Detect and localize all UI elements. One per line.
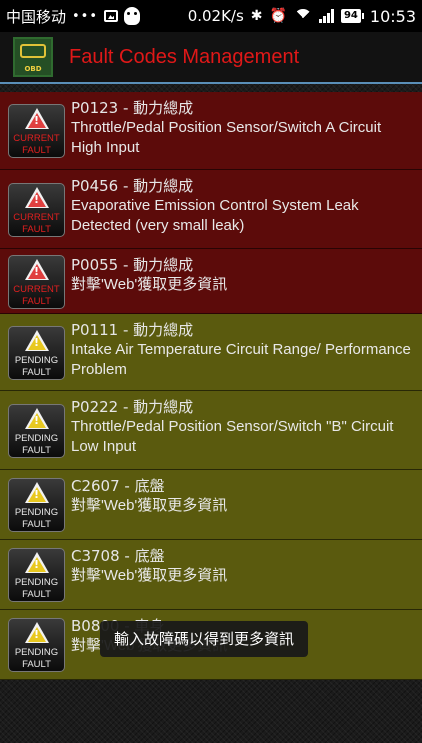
fault-description: Evaporative Emission Control System Leak… <box>71 197 359 234</box>
battery-icon: 94 <box>340 9 364 23</box>
badge-status-label: CURRENT <box>13 133 60 144</box>
badge-status-label: CURRENT <box>13 284 60 295</box>
fault-description: Intake Air Temperature Circuit Range/ Pe… <box>71 341 411 378</box>
image-notification-icon <box>104 10 119 22</box>
page-title: Fault Codes Management <box>69 45 300 68</box>
carrier-label: 中国移动 <box>6 7 67 26</box>
badge-status-label: PENDING <box>14 577 59 588</box>
fault-description: Throttle/Pedal Position Sensor/Switch A … <box>71 119 382 156</box>
badge-status-label: CURRENT <box>13 212 60 223</box>
fault-row[interactable]: ! PENDING FAULT P0111 - 動力總成 Intake Air Temp… <box>0 314 422 391</box>
badge-fault-label: FAULT <box>22 224 51 235</box>
fault-status-badge: ! PENDING FAULT <box>8 404 65 458</box>
badge-fault-label: FAULT <box>22 659 51 670</box>
fault-code: P0123 - 動力總成 <box>71 99 194 117</box>
badge-fault-label: FAULT <box>22 519 51 530</box>
fault-status-badge: ! PENDING FAULT <box>8 548 65 602</box>
fault-status-badge: ! PENDING FAULT <box>8 478 65 532</box>
fault-description: 對擊'Web'獲取更多資訊 <box>71 497 228 514</box>
network-speed: 0.02K/s <box>187 7 244 25</box>
fault-status-badge: ! CURRENT FAULT <box>8 183 65 237</box>
car-logo-shape <box>20 44 46 58</box>
fault-code: P0222 - 動力總成 <box>71 398 194 416</box>
badge-fault-label: FAULT <box>22 296 51 307</box>
fault-row[interactable]: ! PENDING FAULT C2607 - 底盤對擊'Web'獲取更多資訊 <box>0 470 422 540</box>
qq-penguin-icon <box>124 7 141 25</box>
logo-text: OBD <box>24 65 42 73</box>
fault-status-badge: ! PENDING FAULT <box>8 618 65 672</box>
badge-status-label: PENDING <box>14 433 59 444</box>
obd-logo-icon[interactable]: OBD <box>13 37 53 77</box>
badge-fault-label: FAULT <box>22 367 51 378</box>
fault-code: P0456 - 動力總成 <box>71 177 194 195</box>
status-bar: 中国移动 ••• 0.02K/s ✱ ⏰ 94 10:53 <box>0 0 422 32</box>
alarm-clock-icon: ⏰ <box>269 8 287 24</box>
fault-description: Throttle/Pedal Position Sensor/Switch "B… <box>71 418 394 455</box>
badge-fault-label: FAULT <box>22 589 51 600</box>
toast-message: 輸入故障碼以得到更多資訊 <box>100 621 309 657</box>
fault-code: C3708 - 底盤 <box>71 547 165 565</box>
fault-status-badge: ! CURRENT FAULT <box>8 104 65 158</box>
clock-time: 10:53 <box>369 6 416 26</box>
fault-row[interactable]: ! CURRENT FAULT P0456 - 動力總成 Evaporative Emi… <box>0 170 422 249</box>
fault-row[interactable]: ! CURRENT FAULT P0123 - 動力總成 Throttle/Pedal … <box>0 92 422 170</box>
fault-code: P0111 - 動力總成 <box>71 321 194 339</box>
badge-status-label: PENDING <box>14 355 59 366</box>
badge-status-label: PENDING <box>14 507 59 518</box>
signal-icon <box>318 9 334 23</box>
bluetooth-icon: ✱ <box>250 8 263 24</box>
badge-fault-label: FAULT <box>22 445 51 456</box>
wifi-icon <box>294 9 312 23</box>
fault-row[interactable]: ! PENDING FAULT C3708 - 底盤對擊'Web'獲取更多資訊 <box>0 540 422 610</box>
fault-description: 對擊'Web'獲取更多資訊 <box>71 276 228 293</box>
fault-code: C2607 - 底盤 <box>71 477 165 495</box>
badge-status-label: PENDING <box>14 647 59 658</box>
fault-status-badge: ! PENDING FAULT <box>8 326 65 380</box>
fault-description: 對擊'Web'獲取更多資訊 <box>71 567 228 584</box>
fault-code-list: ! CURRENT FAULT P0123 - 動力總成 Throttle/Pedal … <box>0 92 422 680</box>
badge-fault-label: FAULT <box>22 145 51 156</box>
app-bar: OBD Fault Codes Management <box>0 32 422 84</box>
fault-code: P0055 - 動力總成 <box>71 256 194 274</box>
fault-row[interactable]: ! PENDING FAULT P0222 - 動力總成 Throttle/Pedal … <box>0 391 422 470</box>
fault-status-badge: ! CURRENT FAULT <box>8 255 65 309</box>
notification-dots: ••• <box>72 8 99 24</box>
fault-row[interactable]: ! CURRENT FAULT P0055 - 動力總成對擊'Web'獲取更多資訊 <box>0 249 422 314</box>
